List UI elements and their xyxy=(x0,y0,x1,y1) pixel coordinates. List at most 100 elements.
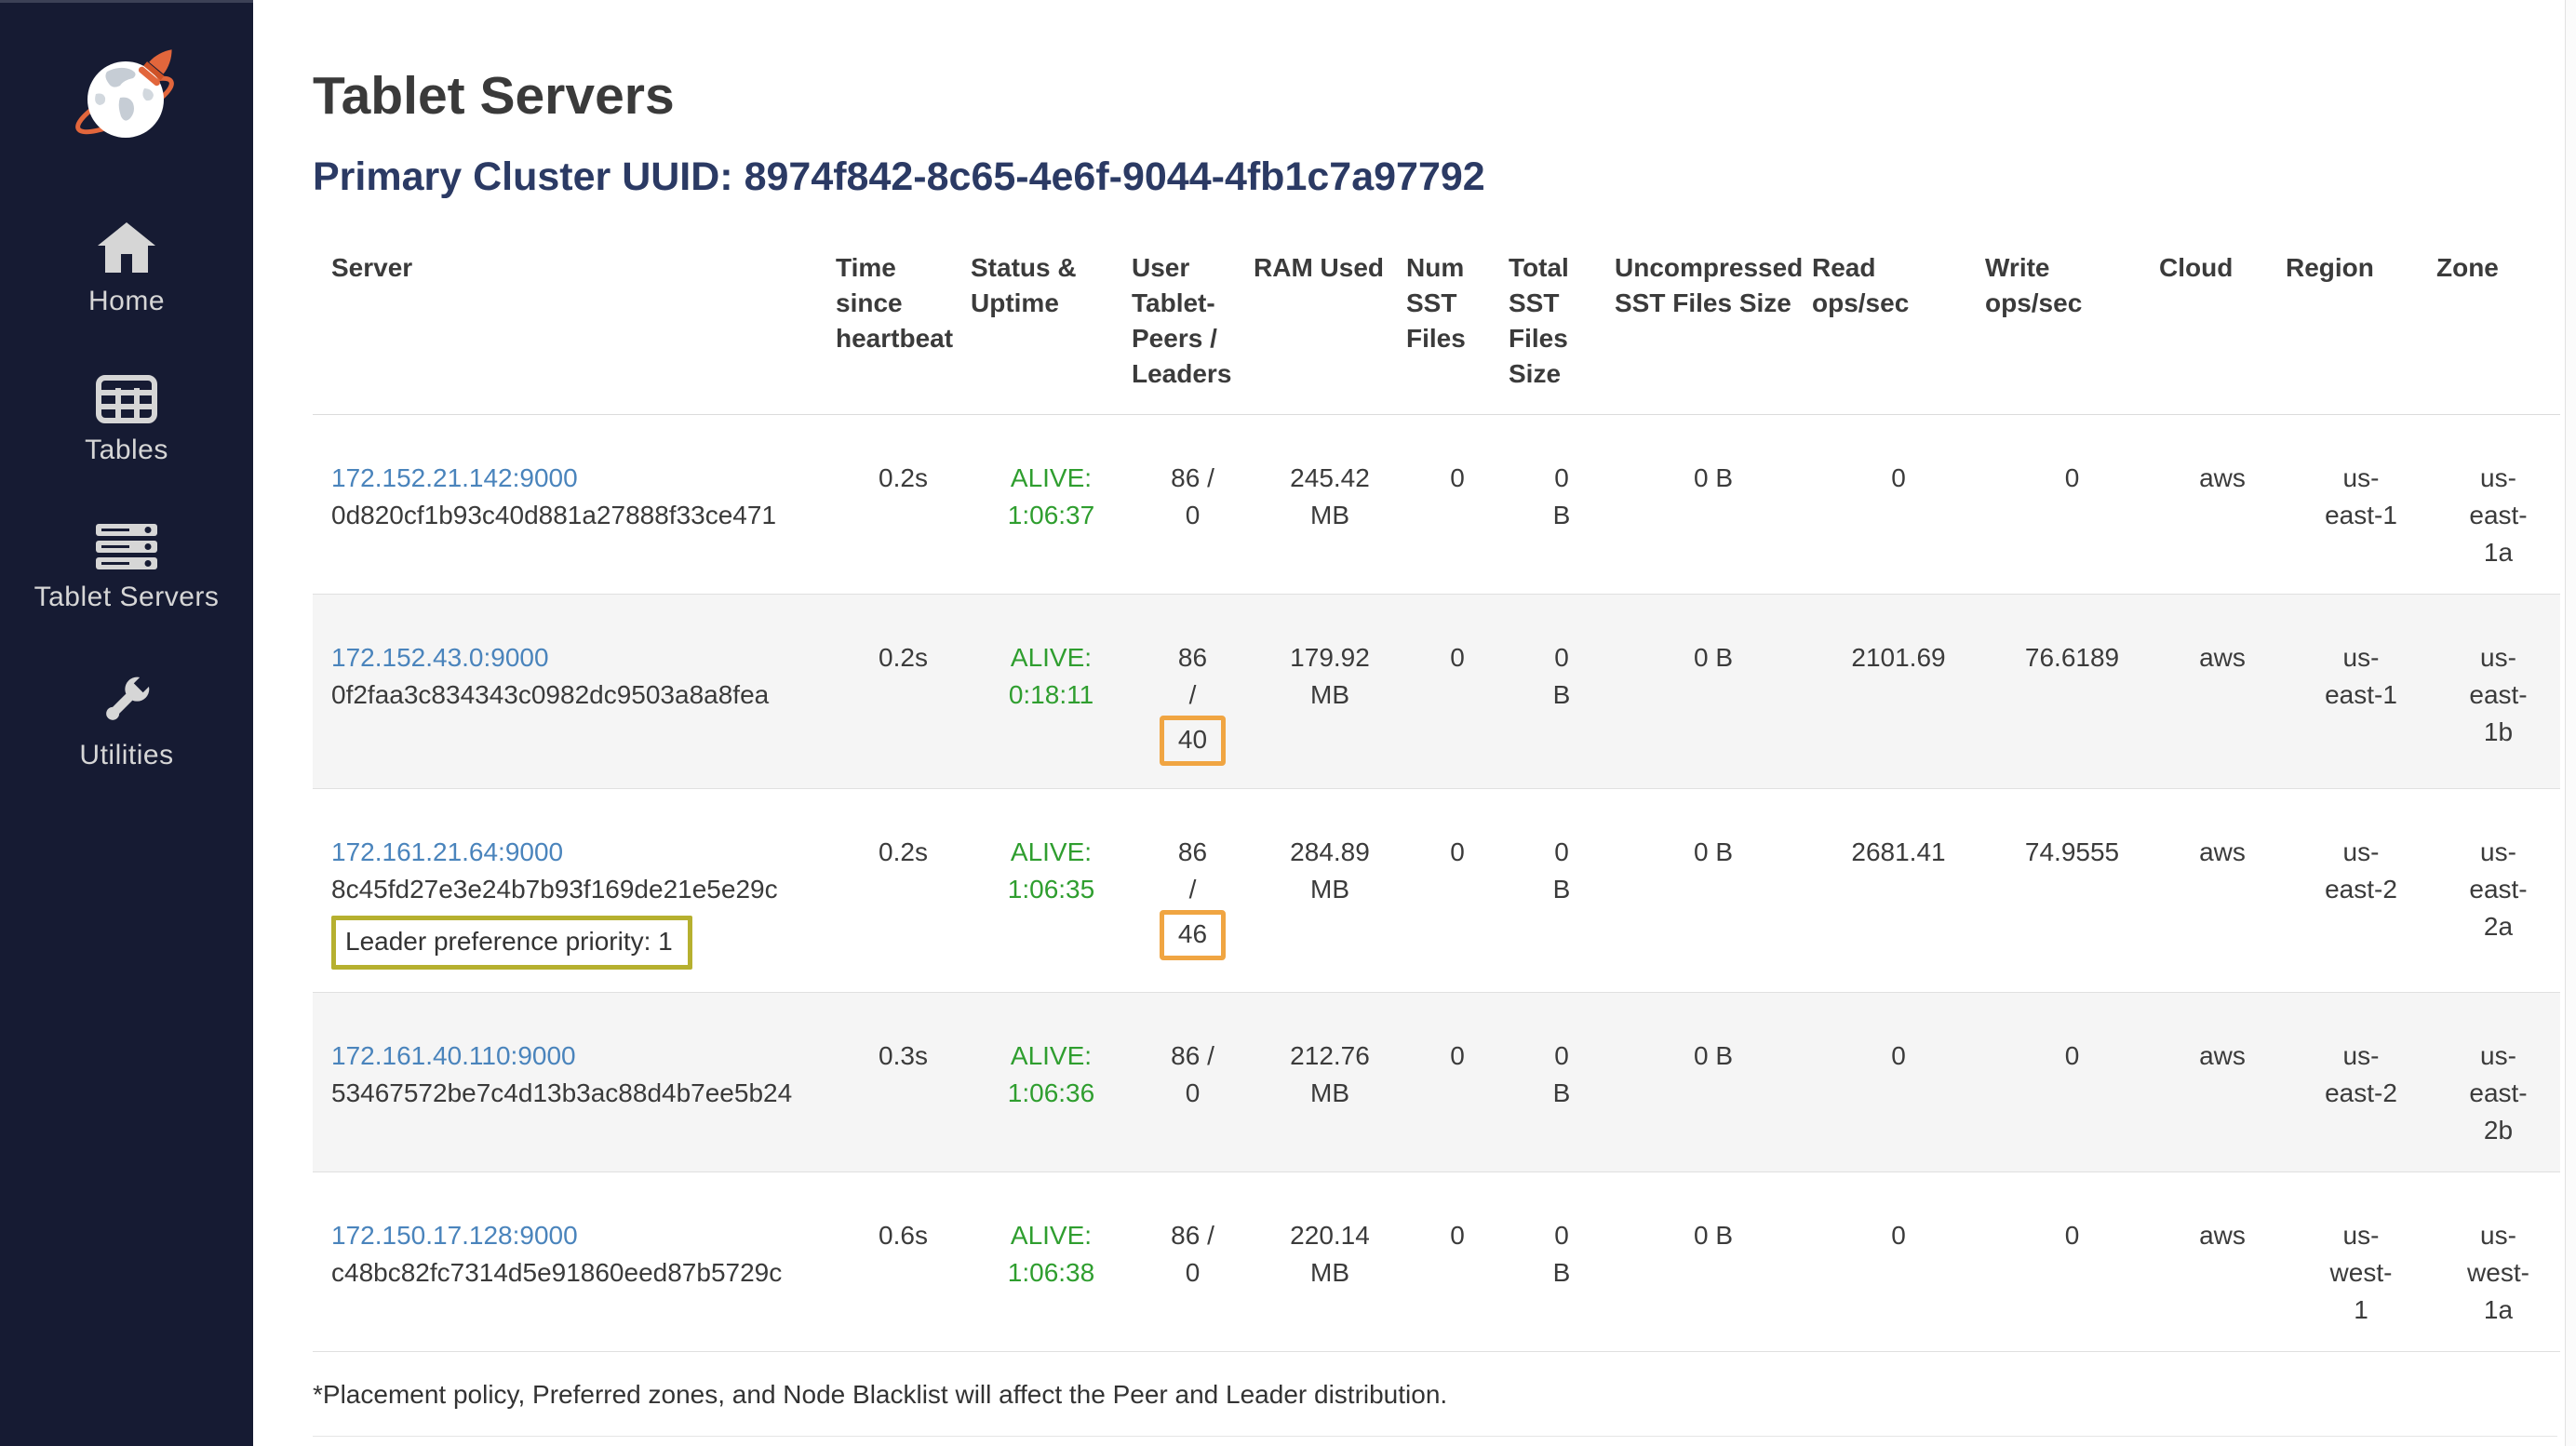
server-link[interactable]: 172.152.43.0:9000 xyxy=(331,639,549,676)
cloud-value: aws xyxy=(2159,460,2286,497)
leader-preference-note-row: Leader preference priority: 1 xyxy=(331,908,836,970)
column-header-9: Write ops/sec xyxy=(1985,222,2159,415)
column-header-7: Uncompressed SST Files Size xyxy=(1615,222,1812,415)
table-row: 172.150.17.128:9000c48bc82fc7314d5e91860… xyxy=(313,1172,2560,1352)
uncompressed-sst-size-value: 0 B xyxy=(1615,1217,1812,1254)
sidebar-item-home[interactable]: Home xyxy=(88,221,165,317)
cell-num-sst-files: 0 xyxy=(1406,415,1509,595)
column-header-0: Server xyxy=(313,222,836,415)
globe-rocket-logo[interactable] xyxy=(72,46,181,155)
right-scrollbar-track[interactable] xyxy=(2565,0,2576,1446)
peers-separator: / xyxy=(1132,676,1254,714)
heartbeat-value: 0.2s xyxy=(836,639,971,676)
placement-footnote: *Placement policy, Preferred zones, and … xyxy=(313,1380,2557,1410)
cell-peers-leaders: 86/40 xyxy=(1132,595,1254,789)
cell-read-ops: 2681.41 xyxy=(1812,789,1985,993)
cell-status-uptime: ALIVE:1:06:38 xyxy=(971,1172,1132,1352)
num-sst-files-value: 0 xyxy=(1406,460,1509,497)
cell-region: us-east-1 xyxy=(2286,595,2436,789)
leader-preference-note: Leader preference priority: 1 xyxy=(331,916,692,970)
cell-write-ops: 0 xyxy=(1985,993,2159,1172)
table-body: 172.152.21.142:90000d820cf1b93c40d881a27… xyxy=(313,415,2560,1352)
cell-region: us-west-1 xyxy=(2286,1172,2436,1352)
region-value: us-east-2 xyxy=(2325,1038,2397,1112)
cell-num-sst-files: 0 xyxy=(1406,1172,1509,1352)
column-header-5: Num SST Files xyxy=(1406,222,1509,415)
table-header-row: ServerTime since heartbeatStatus & Uptim… xyxy=(313,222,2560,415)
cell-heartbeat: 0.3s xyxy=(836,993,971,1172)
page-title: Tablet Servers xyxy=(313,65,2557,127)
cell-read-ops: 0 xyxy=(1812,415,1985,595)
total-sst-size-value: 0 B xyxy=(1545,639,1578,714)
cell-num-sst-files: 0 xyxy=(1406,993,1509,1172)
cell-status-uptime: ALIVE:1:06:37 xyxy=(971,415,1132,595)
cell-heartbeat: 0.2s xyxy=(836,595,971,789)
cell-ram-used: 284.89 MB xyxy=(1254,789,1406,993)
cloud-value: aws xyxy=(2159,639,2286,676)
cell-uncompressed-sst-size: 0 B xyxy=(1615,595,1812,789)
server-link[interactable]: 172.152.21.142:9000 xyxy=(331,460,578,497)
section-divider xyxy=(313,1436,2557,1437)
sidebar-item-label: Utilities xyxy=(79,740,173,771)
write-ops-value: 0 xyxy=(1985,1217,2159,1254)
cloud-value: aws xyxy=(2159,1217,2286,1254)
sidebar-item-tables[interactable]: Tables xyxy=(85,375,168,466)
cell-uncompressed-sst-size: 0 B xyxy=(1615,993,1812,1172)
column-header-8: Read ops/sec xyxy=(1812,222,1985,415)
ram-used-value: 220.14 MB xyxy=(1278,1217,1382,1292)
uptime-value: 1:06:36 xyxy=(971,1075,1132,1112)
write-ops-value: 76.6189 xyxy=(1985,639,2159,676)
column-header-3: User Tablet-Peers / Leaders xyxy=(1132,222,1254,415)
server-uuid: 8c45fd27e3e24b7b93f169de21e5e29c xyxy=(331,871,836,908)
cell-zone: us-east-1b xyxy=(2436,595,2560,789)
server-link[interactable]: 172.150.17.128:9000 xyxy=(331,1217,578,1254)
total-sst-size-value: 0 B xyxy=(1545,1038,1578,1112)
tables-grid-icon xyxy=(96,375,157,423)
heartbeat-value: 0.2s xyxy=(836,460,971,497)
cell-cloud: aws xyxy=(2159,789,2286,993)
uptime-value: 1:06:38 xyxy=(971,1254,1132,1292)
cell-heartbeat: 0.2s xyxy=(836,789,971,993)
ram-used-value: 245.42 MB xyxy=(1278,460,1382,534)
main-content: Tablet Servers Primary Cluster UUID: 897… xyxy=(253,0,2576,1446)
status-alive: ALIVE: xyxy=(971,1038,1132,1075)
server-stack-icon xyxy=(96,524,157,570)
uptime-value: 1:06:35 xyxy=(971,871,1132,908)
server-link[interactable]: 172.161.21.64:9000 xyxy=(331,834,563,871)
cell-peers-leaders: 86 / 0 xyxy=(1132,415,1254,595)
tablet-servers-table: ServerTime since heartbeatStatus & Uptim… xyxy=(313,222,2560,1352)
home-icon xyxy=(98,221,155,274)
cell-zone: us-east-2a xyxy=(2436,789,2560,993)
cell-server: 172.161.21.64:90008c45fd27e3e24b7b93f169… xyxy=(313,789,836,993)
leaders-count-row: 46 xyxy=(1132,908,1254,960)
column-header-6: Total SST Files Size xyxy=(1509,222,1615,415)
cell-cloud: aws xyxy=(2159,1172,2286,1352)
cell-ram-used: 212.76 MB xyxy=(1254,993,1406,1172)
write-ops-value: 0 xyxy=(1985,460,2159,497)
heartbeat-value: 0.6s xyxy=(836,1217,971,1254)
heartbeat-value: 0.3s xyxy=(836,1038,971,1075)
ram-used-value: 179.92 MB xyxy=(1278,639,1382,714)
column-header-10: Cloud xyxy=(2159,222,2286,415)
cell-cloud: aws xyxy=(2159,993,2286,1172)
num-sst-files-value: 0 xyxy=(1406,834,1509,871)
sidebar-item-label: Tables xyxy=(85,435,168,466)
table-row: 172.152.21.142:90000d820cf1b93c40d881a27… xyxy=(313,415,2560,595)
cell-server: 172.152.21.142:90000d820cf1b93c40d881a27… xyxy=(313,415,836,595)
cell-total-sst-size: 0 B xyxy=(1509,415,1615,595)
cell-cloud: aws xyxy=(2159,415,2286,595)
uncompressed-sst-size-value: 0 B xyxy=(1615,834,1812,871)
total-sst-size-value: 0 B xyxy=(1545,460,1578,534)
cell-region: us-east-2 xyxy=(2286,789,2436,993)
sidebar-item-tablet-servers[interactable]: Tablet Servers xyxy=(34,524,220,613)
tablet-servers-page: Home Tables xyxy=(0,0,2576,1446)
wrench-icon xyxy=(98,671,155,729)
sidebar-item-utilities[interactable]: Utilities xyxy=(79,671,173,771)
uncompressed-sst-size-value: 0 B xyxy=(1615,1038,1812,1075)
server-link[interactable]: 172.161.40.110:9000 xyxy=(331,1038,576,1075)
leader-count-highlight: 46 xyxy=(1160,910,1226,960)
read-ops-value: 0 xyxy=(1812,460,1985,497)
column-header-11: Region xyxy=(2286,222,2436,415)
cell-region: us-east-2 xyxy=(2286,993,2436,1172)
heartbeat-value: 0.2s xyxy=(836,834,971,871)
